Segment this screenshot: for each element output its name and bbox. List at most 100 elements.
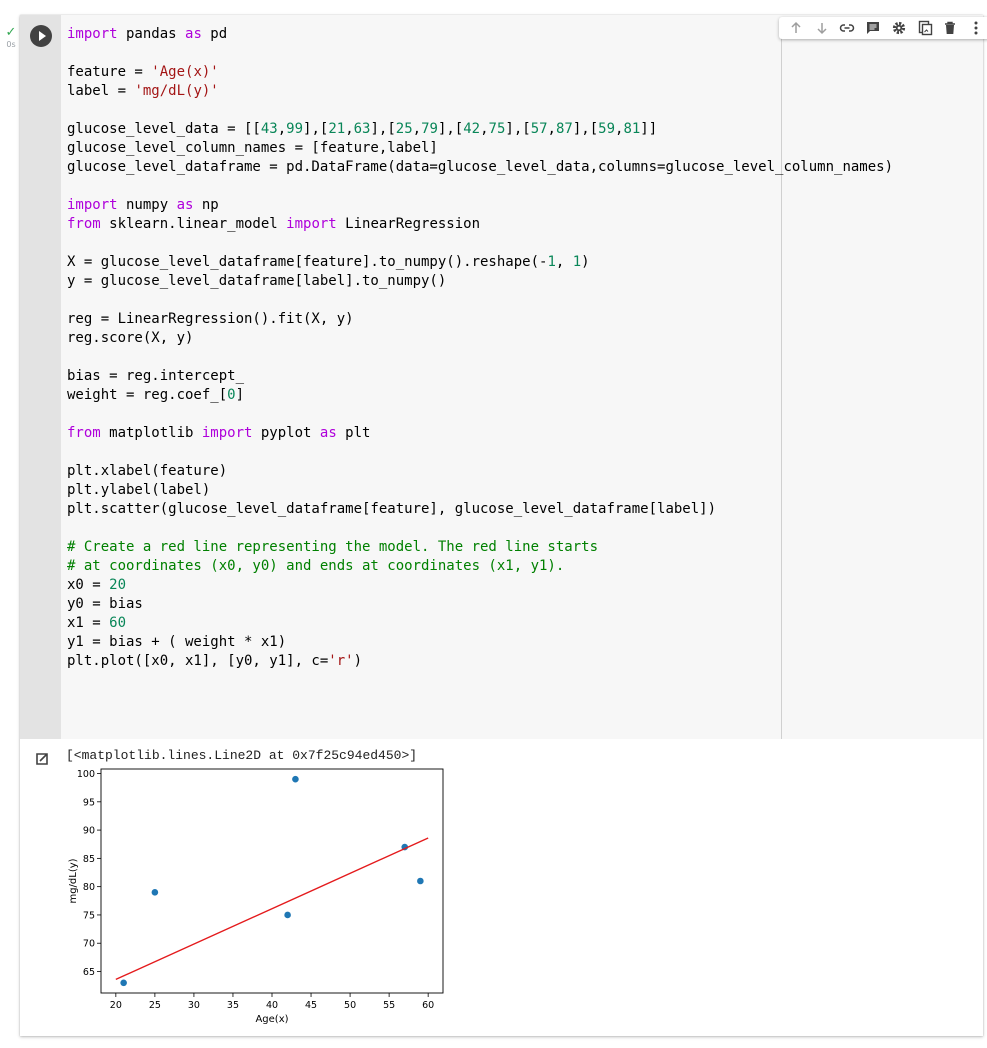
code-token: 'mg/dL(y)' (134, 83, 219, 99)
code-token: LinearRegression (336, 216, 481, 232)
code-token: reg.score(X, y) (67, 330, 194, 346)
code-line: glucose_level_column_names = [feature,la… (67, 140, 438, 156)
code-token: 'Age(x)' (151, 64, 219, 80)
cell-toolbar (779, 17, 987, 39)
y-tick-label: 70 (83, 939, 95, 950)
code-token: 99 (286, 121, 304, 137)
code-token: as (185, 26, 202, 42)
y-tick-label: 80 (83, 882, 95, 893)
code-token: label = (67, 83, 135, 99)
link-icon (840, 24, 855, 32)
code-token: # Create a red line representing the mod… (67, 539, 599, 555)
code-token: , (555, 254, 573, 270)
code-token: plt.plot([x0, x1], [y0, y1], c= (67, 653, 329, 669)
code-token: y = glucose_level_dataframe[label].to_nu… (67, 273, 447, 289)
code-token: numpy (117, 197, 177, 213)
code-token: 25 (395, 121, 413, 137)
code-token: feature = (67, 64, 152, 80)
y-tick-label: 65 (83, 967, 95, 978)
comment-icon (867, 22, 880, 34)
x-tick-label: 35 (227, 1000, 239, 1011)
code-line: # Create a red line representing the mod… (67, 539, 598, 555)
cell-gutter (20, 15, 61, 739)
x-tick-label: 50 (344, 1000, 356, 1011)
code-token: 20 (109, 577, 127, 593)
code-line: y1 = bias + ( weight * x1) (67, 634, 286, 650)
x-tick-label: 60 (422, 1000, 434, 1011)
code-token: 59 (598, 121, 615, 137)
code-token: from (67, 216, 101, 232)
code-token: import (286, 216, 337, 232)
play-icon (38, 31, 46, 41)
code-token: , (277, 121, 287, 137)
code-token: X = glucose_level_dataframe[feature].to_… (67, 254, 548, 270)
code-token: # at coordinates (x0, y0) and ends at co… (67, 558, 565, 574)
scatter-point (120, 979, 127, 987)
y-axis-label: mg/dL(y) (68, 858, 79, 903)
code-line: bias = reg.intercept_ (67, 368, 244, 384)
move-cell-up-button[interactable] (786, 18, 806, 38)
y-tick-label: 75 (83, 910, 95, 921)
code-token: import (67, 197, 118, 213)
code-token: 60 (109, 615, 127, 631)
y-tick-label: 85 (83, 854, 95, 865)
scatter-point (284, 911, 291, 919)
code-token: plt (336, 425, 371, 441)
code-token: 42 (463, 121, 481, 137)
code-editor[interactable]: import pandas as pd feature = 'Age(x)' l… (61, 15, 983, 739)
code-line: reg.score(X, y) (67, 330, 193, 346)
arrow-up-icon (791, 21, 801, 33)
code-token: matplotlib (100, 425, 202, 441)
link-to-cell-button[interactable] (837, 18, 857, 38)
code-token: glucose_level_data = [[ (67, 121, 261, 137)
code-token: np (193, 197, 219, 213)
mirror-cell-button[interactable] (915, 18, 935, 38)
code-line: import numpy as np (67, 197, 219, 213)
y-tick-label: 95 (83, 797, 95, 808)
code-line: X = glucose_level_dataframe[feature].to_… (67, 254, 590, 270)
code-token: 75 (488, 121, 506, 137)
code-token: ) (353, 653, 363, 669)
trash-icon (945, 21, 956, 34)
code-token: 81 (623, 121, 641, 137)
add-comment-button[interactable] (863, 18, 883, 38)
code-token: ]] (640, 121, 658, 137)
code-token: x1 = (67, 615, 110, 631)
code-text[interactable]: import pandas as pd feature = 'Age(x)' l… (67, 25, 893, 671)
execution-status: ✓ 0s (4, 26, 18, 50)
code-line: glucose_level_dataframe = pd.DataFrame(d… (67, 159, 893, 175)
output-icon[interactable] (34, 751, 50, 767)
code-token: from (67, 425, 101, 441)
output-text: [<matplotlib.lines.Line2D at 0x7f25c94ed… (66, 748, 418, 763)
code-token: sklearn.linear_model (100, 216, 287, 232)
code-token: 87 (555, 121, 573, 137)
y-tick-label: 90 (83, 826, 95, 837)
more-actions-button[interactable] (966, 18, 986, 38)
code-cell[interactable]: import pandas as pd feature = 'Age(x)' l… (20, 15, 987, 1036)
code-token: as (176, 197, 194, 213)
code-line: x0 = 20 (67, 577, 126, 593)
move-cell-down-button[interactable] (812, 18, 832, 38)
cell-output: [<matplotlib.lines.Line2D at 0x7f25c94ed… (20, 739, 983, 1036)
code-token: ) (581, 254, 590, 270)
code-token: import (67, 26, 118, 42)
code-token: reg = LinearRegression().fit(X, y) (67, 311, 354, 327)
code-token: , (480, 121, 489, 137)
delete-cell-button[interactable] (940, 18, 960, 38)
run-cell-button[interactable] (30, 25, 52, 47)
code-token: glucose_level_column_names = [feature,la… (67, 140, 438, 156)
x-axis-label: Age(x) (255, 1014, 288, 1025)
code-token: , (547, 121, 556, 137)
code-token: pd (201, 26, 228, 42)
editor-settings-button[interactable] (889, 18, 909, 38)
code-token: y1 = bias + ( weight * x1) (67, 634, 287, 650)
code-line: import pandas as pd (67, 26, 227, 42)
code-token: ],[ (505, 121, 531, 137)
code-token: , (412, 121, 422, 137)
code-token: pandas (117, 26, 186, 42)
code-token: plt.scatter(glucose_level_dataframe[feat… (67, 501, 717, 517)
code-token: 79 (421, 121, 438, 137)
code-line: from sklearn.linear_model import LinearR… (67, 216, 480, 232)
code-token: ],[ (437, 121, 464, 137)
success-check-icon: ✓ (5, 25, 17, 40)
